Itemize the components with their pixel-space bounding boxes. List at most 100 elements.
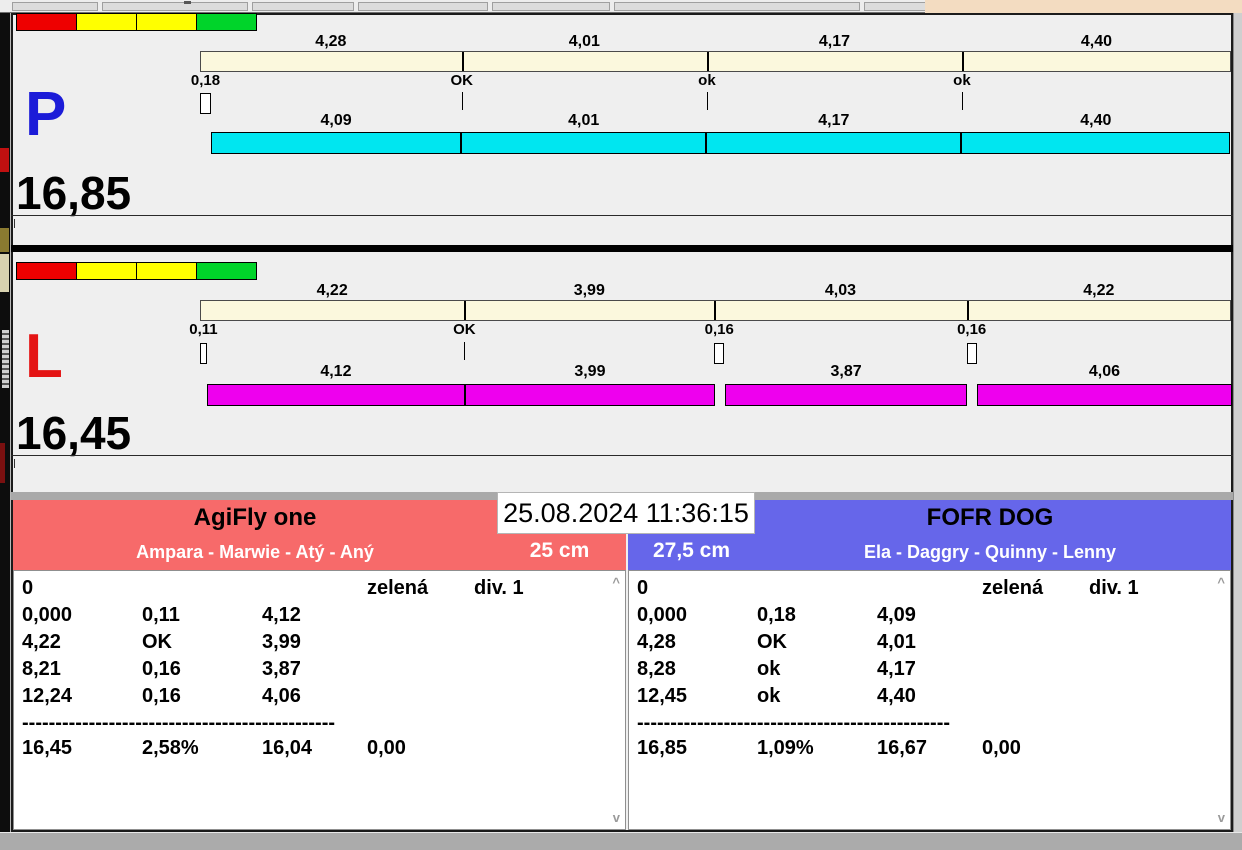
result-row: 12,45 ok 4,40 <box>629 685 1230 712</box>
result-cell: 0,16 <box>142 658 181 680</box>
lane-P-run-bar <box>200 132 1231 154</box>
result-row: 4,22 OK 3,99 <box>14 631 625 658</box>
window-right-edge <box>1233 13 1242 850</box>
split-time-label: 4,17 <box>818 33 851 50</box>
caret-mark <box>14 459 15 468</box>
lane-P-total-time: 16,85 <box>16 167 132 219</box>
exchange-ok-tick <box>461 92 463 110</box>
result-row: 16,85 1,09% 16,67 0,00 <box>629 737 1230 764</box>
result-cell: 0,00 <box>982 737 1021 759</box>
result-cell: 0,11 <box>142 604 180 626</box>
toolbar-fragment <box>358 2 488 11</box>
lane-L-divider-line <box>11 455 1233 456</box>
result-cell: 0,18 <box>757 604 796 626</box>
result-cell: 0,00 <box>367 737 406 759</box>
start-lights <box>16 13 257 31</box>
result-rows: 0 zelená div. 1 0,000 0,18 4,09 4,28 OK 4,01 8,28… <box>629 577 1230 764</box>
toolbar-fragment <box>12 2 98 11</box>
exchange-ok-tick <box>464 342 466 360</box>
result-cell: 8,21 <box>22 658 61 680</box>
result-cell: 0 <box>637 577 649 599</box>
result-cell: 4,28 <box>637 631 676 653</box>
lane-L: 4,22 3,99 4,03 4,22 0,11 OK 0,16 0,16 4,12 3,99… <box>11 255 1233 490</box>
segment-divider <box>461 52 464 71</box>
result-textbox-right[interactable]: 0 zelená div. 1 0,000 0,18 4,09 4,28 OK 4,01 8,28… <box>628 570 1231 830</box>
toolbar-fragment <box>102 2 248 11</box>
exchange-time-label: 0,18 <box>190 72 221 89</box>
exchange-ok-tick <box>961 92 963 110</box>
result-cell: 12,24 <box>22 685 73 707</box>
toolbar-fragment <box>252 2 354 11</box>
segment-divider <box>706 52 709 71</box>
lane-P-top-split-labels: 4,28 4,01 4,17 4,40 <box>200 33 1231 50</box>
result-row: 12,24 0,16 4,06 <box>14 685 625 712</box>
lane-L-top-split-labels: 4,22 3,99 4,03 4,22 <box>200 282 1231 299</box>
result-row: 0,000 0,11 4,12 <box>14 604 625 631</box>
start-light <box>16 13 77 31</box>
result-row: 0 zelená div. 1 <box>14 577 625 604</box>
result-cell: 16,85 <box>637 737 688 759</box>
sliver-fragment <box>0 228 9 252</box>
run-time-label: 4,17 <box>818 112 850 129</box>
exchange-ok-label: OK <box>453 321 476 338</box>
scroll-up-icon[interactable]: ^ <box>1217 576 1225 589</box>
result-separator: ----------------------------------------… <box>22 712 336 734</box>
result-rows: 0 zelená div. 1 0,000 0,11 4,12 4,22 OK 3,99 8,21… <box>14 577 625 764</box>
start-light <box>76 13 137 31</box>
result-cell: 8,28 <box>637 658 676 680</box>
start-light <box>136 262 197 280</box>
exchange-ok-tick <box>706 92 708 110</box>
segment-divider <box>464 301 467 320</box>
result-cell: 1,09% <box>757 737 814 759</box>
exchange-loss-box <box>200 343 207 364</box>
result-cell: 4,09 <box>877 604 916 626</box>
result-cell: ok <box>757 685 781 707</box>
run-bar-segment <box>706 132 962 154</box>
jump-height: 27,5 cm <box>652 539 731 562</box>
run-bar-segment <box>977 384 1232 406</box>
result-cell: 12,45 <box>637 685 688 707</box>
result-cell: 3,87 <box>262 658 301 680</box>
sliver-fragment <box>0 443 5 483</box>
result-textbox-left[interactable]: 0 zelená div. 1 0,000 0,11 4,12 4,22 OK 3,99 8,21… <box>13 570 626 830</box>
split-time-label: 4,22 <box>1083 282 1115 299</box>
exchange-time-label: 0,16 <box>957 321 987 338</box>
result-cell: div. 1 <box>1089 577 1139 599</box>
result-cell: 0,000 <box>22 604 73 626</box>
exchange-ok-label: ok <box>953 72 971 89</box>
run-bar-segment <box>961 132 1231 154</box>
result-cell: 4,06 <box>262 685 301 707</box>
lane-L-exchange-labels: 0,11 OK 0,16 0,16 <box>189 321 1231 338</box>
lane-L-run-bar <box>200 384 1232 406</box>
split-time-label: 4,01 <box>568 33 600 50</box>
team-name: AgiFly one <box>193 504 317 531</box>
result-row: 0 zelená div. 1 <box>629 577 1230 604</box>
lane-P-divider-line <box>11 215 1233 216</box>
scroll-down-icon[interactable]: v <box>613 811 620 824</box>
segment-divider <box>966 301 969 320</box>
caret-mark <box>14 219 15 228</box>
result-row: 16,45 2,58% 16,04 0,00 <box>14 737 625 764</box>
split-time-label: 3,99 <box>573 282 605 299</box>
run-time-label: 4,01 <box>568 112 600 129</box>
run-time-label: 4,40 <box>1080 112 1112 129</box>
exchange-ok-label: ok <box>698 72 716 89</box>
run-time-label: 3,99 <box>574 363 606 380</box>
datetime-label: 25.08.2024 11:36:15 <box>497 492 755 534</box>
lane-P-bottom-split-labels: 4,09 4,01 4,17 4,40 <box>200 112 1231 129</box>
split-time-label: 4,03 <box>824 282 857 299</box>
scroll-up-icon[interactable]: ^ <box>612 576 620 589</box>
result-cell: 4,40 <box>877 685 916 707</box>
run-bar-segment <box>211 132 462 154</box>
background-window-top-sliver <box>0 0 1242 13</box>
scroll-down-icon[interactable]: v <box>1218 811 1225 824</box>
lane-L-letter: L <box>25 322 63 391</box>
sliver-fragment <box>0 254 9 292</box>
run-time-label: 4,12 <box>320 363 352 380</box>
result-cell: 4,22 <box>22 631 61 653</box>
result-row: 0,000 0,18 4,09 <box>629 604 1230 631</box>
result-cell: 4,17 <box>877 658 916 680</box>
sliver-fragment <box>0 148 9 172</box>
exchange-loss-box <box>966 343 977 364</box>
segment-divider <box>714 301 717 320</box>
